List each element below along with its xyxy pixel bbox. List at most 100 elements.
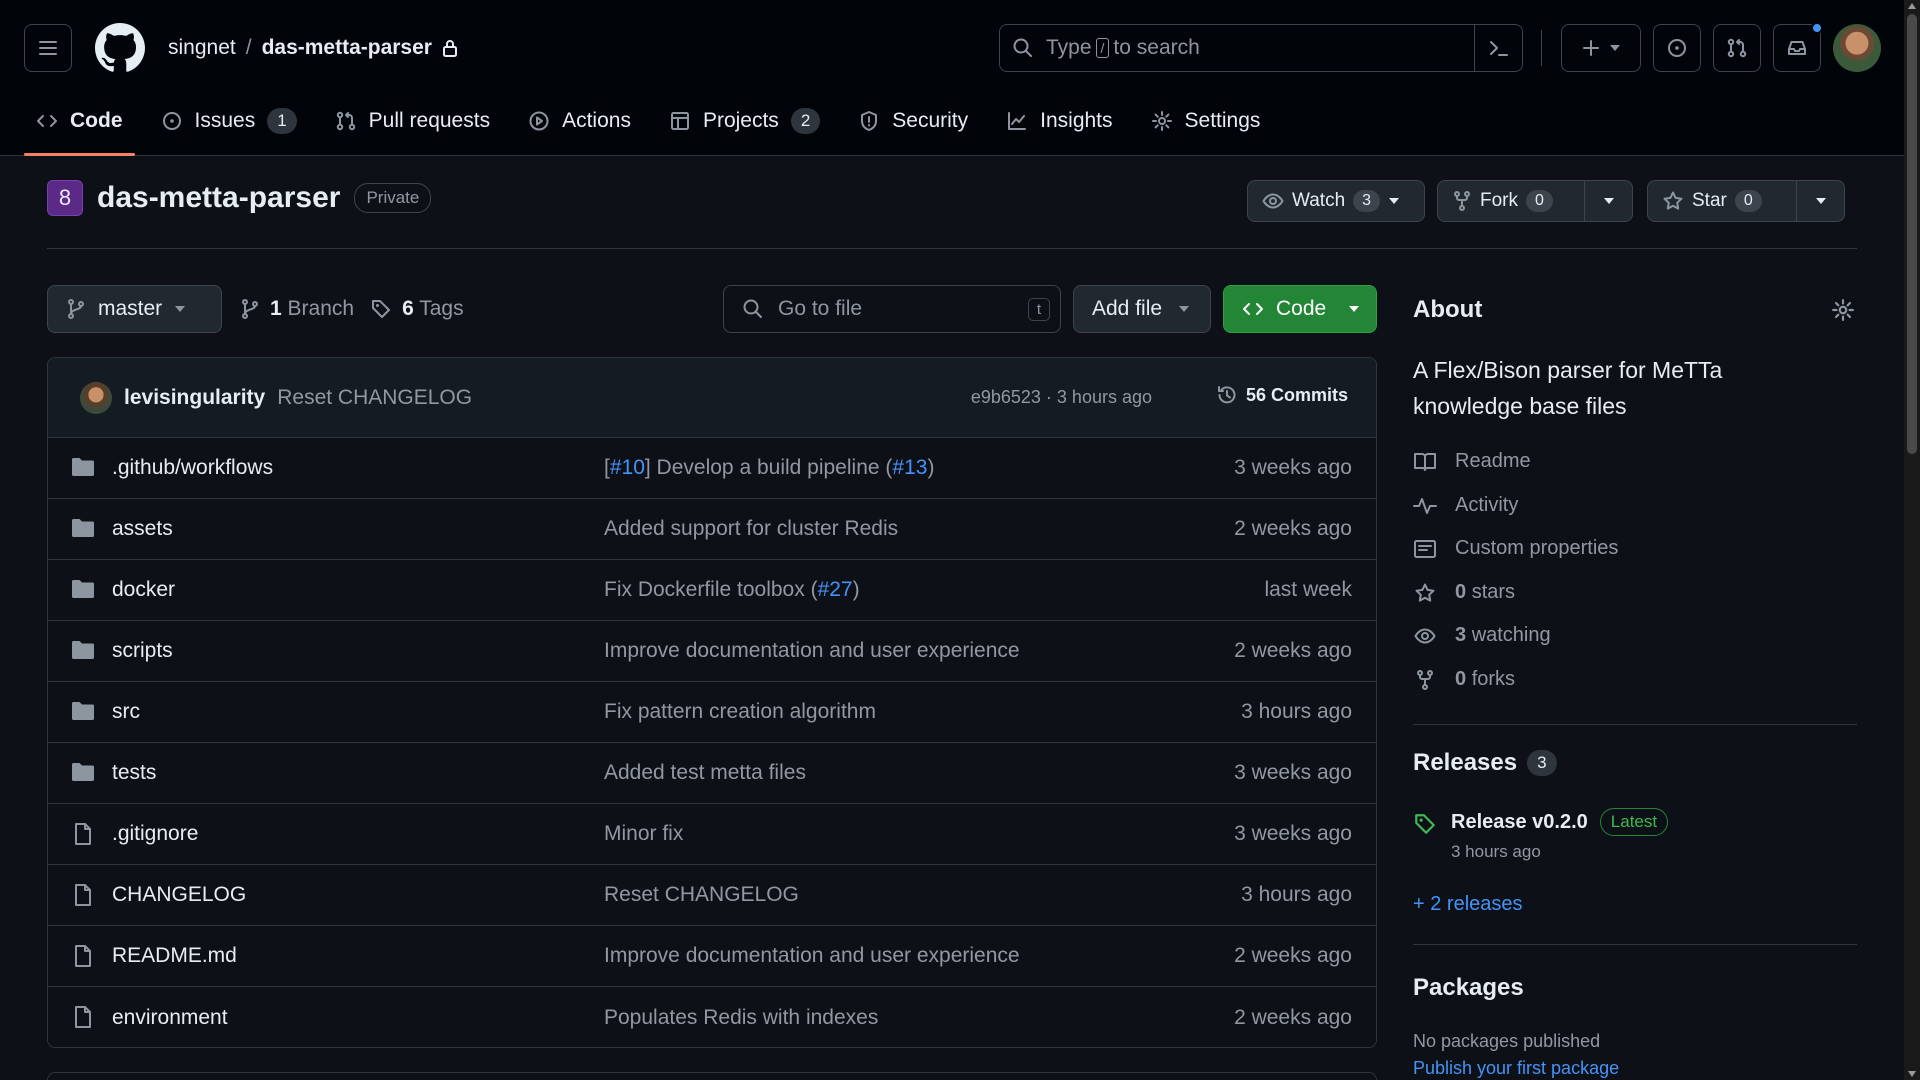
breadcrumb: singnet / das-metta-parser <box>168 36 458 60</box>
repo-title[interactable]: das-metta-parser <box>97 181 340 215</box>
publish-package-link[interactable]: Publish your first package <box>1413 1058 1619 1079</box>
file-row[interactable]: scripts Improve documentation and user ex… <box>48 621 1376 682</box>
tab-issues[interactable]: Issues 1 <box>149 98 309 144</box>
commit-author-avatar[interactable] <box>80 381 112 414</box>
file-name[interactable]: tests <box>112 761 156 785</box>
user-avatar[interactable] <box>1833 24 1881 72</box>
star-button[interactable]: Star 0 <box>1647 180 1845 222</box>
fork-dropdown[interactable] <box>1584 181 1632 221</box>
forks-link[interactable]: 0 forks <box>1413 668 1515 691</box>
page-scrollbar[interactable] <box>1904 0 1920 1080</box>
fork-main[interactable]: Fork 0 <box>1438 181 1567 221</box>
gear-icon[interactable] <box>1831 298 1855 322</box>
your-pull-requests-button[interactable] <box>1713 24 1761 72</box>
release-name[interactable]: Release v0.2.0 <box>1451 811 1588 834</box>
file-row[interactable]: README.md Improve documentation and user … <box>48 926 1376 987</box>
pr-link[interactable]: #10 <box>610 456 645 479</box>
file-name[interactable]: environment <box>112 1006 228 1030</box>
watch-main[interactable]: Watch 3 <box>1248 181 1414 221</box>
file-row[interactable]: tests Added test metta files 3 weeks ago <box>48 743 1376 804</box>
file-name[interactable]: .gitignore <box>112 822 198 846</box>
go-to-file-input[interactable]: Go to file t <box>723 285 1061 333</box>
latest-release[interactable]: Release v0.2.0 Latest 3 hours ago <box>1413 808 1669 862</box>
owner-link[interactable]: singnet <box>168 36 236 60</box>
tab-label: Projects <box>702 109 779 132</box>
file-name[interactable]: src <box>112 700 140 724</box>
file-row[interactable]: assets Added support for cluster Redis 2 w… <box>48 499 1376 560</box>
commit-author[interactable]: levisingularity <box>124 386 265 410</box>
star-main[interactable]: Star 0 <box>1648 181 1776 221</box>
commit-message-text[interactable]: Improve documentation and user experienc… <box>604 639 1020 662</box>
branches-link[interactable]: 1 Branch <box>270 297 354 321</box>
caret-down-icon <box>1815 198 1826 204</box>
file-row[interactable]: environment Populates Redis with indexes 2… <box>48 987 1376 1047</box>
file-row[interactable]: docker Fix Dockerfile toolbox (#27) last w… <box>48 560 1376 621</box>
pr-link[interactable]: #27 <box>818 578 853 601</box>
commit-message-text[interactable]: Minor fix <box>604 822 683 845</box>
readme-link[interactable]: Readme <box>1413 450 1531 473</box>
release-title-row: Release v0.2.0 Latest <box>1451 808 1669 836</box>
repo-link[interactable]: das-metta-parser <box>262 36 432 60</box>
tags-link[interactable]: 6 Tags <box>402 297 464 321</box>
menu-button[interactable] <box>24 24 72 72</box>
file-row[interactable]: src Fix pattern creation algorithm 3 hours… <box>48 682 1376 743</box>
file-commit-time: 2 weeks ago <box>1234 944 1352 967</box>
stars-link[interactable]: 0 stars <box>1413 581 1515 604</box>
plus-icon <box>1583 40 1599 56</box>
scroll-up-arrow[interactable] <box>1908 3 1916 9</box>
file-row[interactable]: CHANGELOG Reset CHANGELOG 3 hours ago <box>48 865 1376 926</box>
tab-code[interactable]: Code <box>24 98 135 156</box>
commit-message-text[interactable]: Added test metta files <box>604 761 806 784</box>
go-to-file-shortcut: t <box>1027 298 1050 321</box>
star-dropdown[interactable] <box>1796 181 1844 221</box>
tab-actions[interactable]: Actions <box>516 98 643 144</box>
scrollbar-thumb[interactable] <box>1907 14 1917 454</box>
file-name[interactable]: assets <box>112 517 173 541</box>
commit-message-text[interactable]: Populates Redis with indexes <box>604 1006 878 1029</box>
scroll-down-arrow[interactable] <box>1908 1071 1916 1077</box>
commit-message-text[interactable]: Reset CHANGELOG <box>604 883 799 906</box>
releases-heading[interactable]: Releases 3 <box>1413 749 1557 777</box>
search-input[interactable]: Type / to search <box>999 24 1523 72</box>
watch-button[interactable]: Watch 3 <box>1247 180 1425 222</box>
code-icon <box>37 115 57 127</box>
tab-pull-requests[interactable]: Pull requests <box>323 98 502 144</box>
create-new-button[interactable] <box>1561 24 1641 72</box>
tab-label: Issues <box>194 109 256 132</box>
code-button[interactable]: Code <box>1223 285 1377 333</box>
custom-properties-link[interactable]: Custom properties <box>1413 537 1618 560</box>
activity-link[interactable]: Activity <box>1413 494 1518 517</box>
file-name[interactable]: CHANGELOG <box>112 883 246 907</box>
caret-down-icon <box>1389 198 1400 204</box>
your-issues-button[interactable] <box>1653 24 1701 72</box>
pr-link[interactable]: #13 <box>892 456 927 479</box>
github-logo[interactable] <box>95 23 145 73</box>
file-name[interactable]: docker <box>112 578 175 602</box>
file-name[interactable]: .github/workflows <box>112 456 273 480</box>
fork-button[interactable]: Fork 0 <box>1437 180 1633 222</box>
commit-hash[interactable]: e9b6523 <box>971 387 1041 407</box>
command-palette-button[interactable] <box>1474 25 1522 71</box>
commit-message-text[interactable]: Improve documentation and user experienc… <box>604 944 1020 967</box>
add-file-button[interactable]: Add file <box>1073 285 1211 333</box>
commit-message[interactable]: Reset CHANGELOG <box>277 386 472 410</box>
watching-link[interactable]: 3 watching <box>1413 624 1551 647</box>
caret-down-icon <box>1603 198 1614 204</box>
file-row[interactable]: .gitignore Minor fix 3 weeks ago <box>48 804 1376 865</box>
commit-message-text[interactable]: Added support for cluster Redis <box>604 517 898 540</box>
repo-owner-avatar[interactable]: 8 <box>47 180 83 216</box>
commit-message-text[interactable]: Fix pattern creation algorithm <box>604 700 876 723</box>
more-releases-link[interactable]: + 2 releases <box>1413 893 1523 916</box>
tab-settings[interactable]: Settings <box>1139 98 1273 144</box>
repo-description: A Flex/Bison parser for MeTTa knowledge … <box>1413 357 1723 419</box>
packages-heading[interactable]: Packages <box>1413 974 1524 1002</box>
file-name[interactable]: scripts <box>112 639 173 663</box>
branch-selector[interactable]: master <box>47 285 222 333</box>
tab-security[interactable]: Security <box>846 98 980 144</box>
file-row[interactable]: .github/workflows [#10] Develop a build p… <box>48 438 1376 499</box>
commits-history-link[interactable]: 56 Commits <box>1216 384 1348 406</box>
file-name[interactable]: README.md <box>112 944 237 968</box>
releases-title: Releases <box>1413 749 1518 776</box>
tab-projects[interactable]: Projects 2 <box>657 98 832 144</box>
tab-insights[interactable]: Insights <box>994 98 1124 144</box>
